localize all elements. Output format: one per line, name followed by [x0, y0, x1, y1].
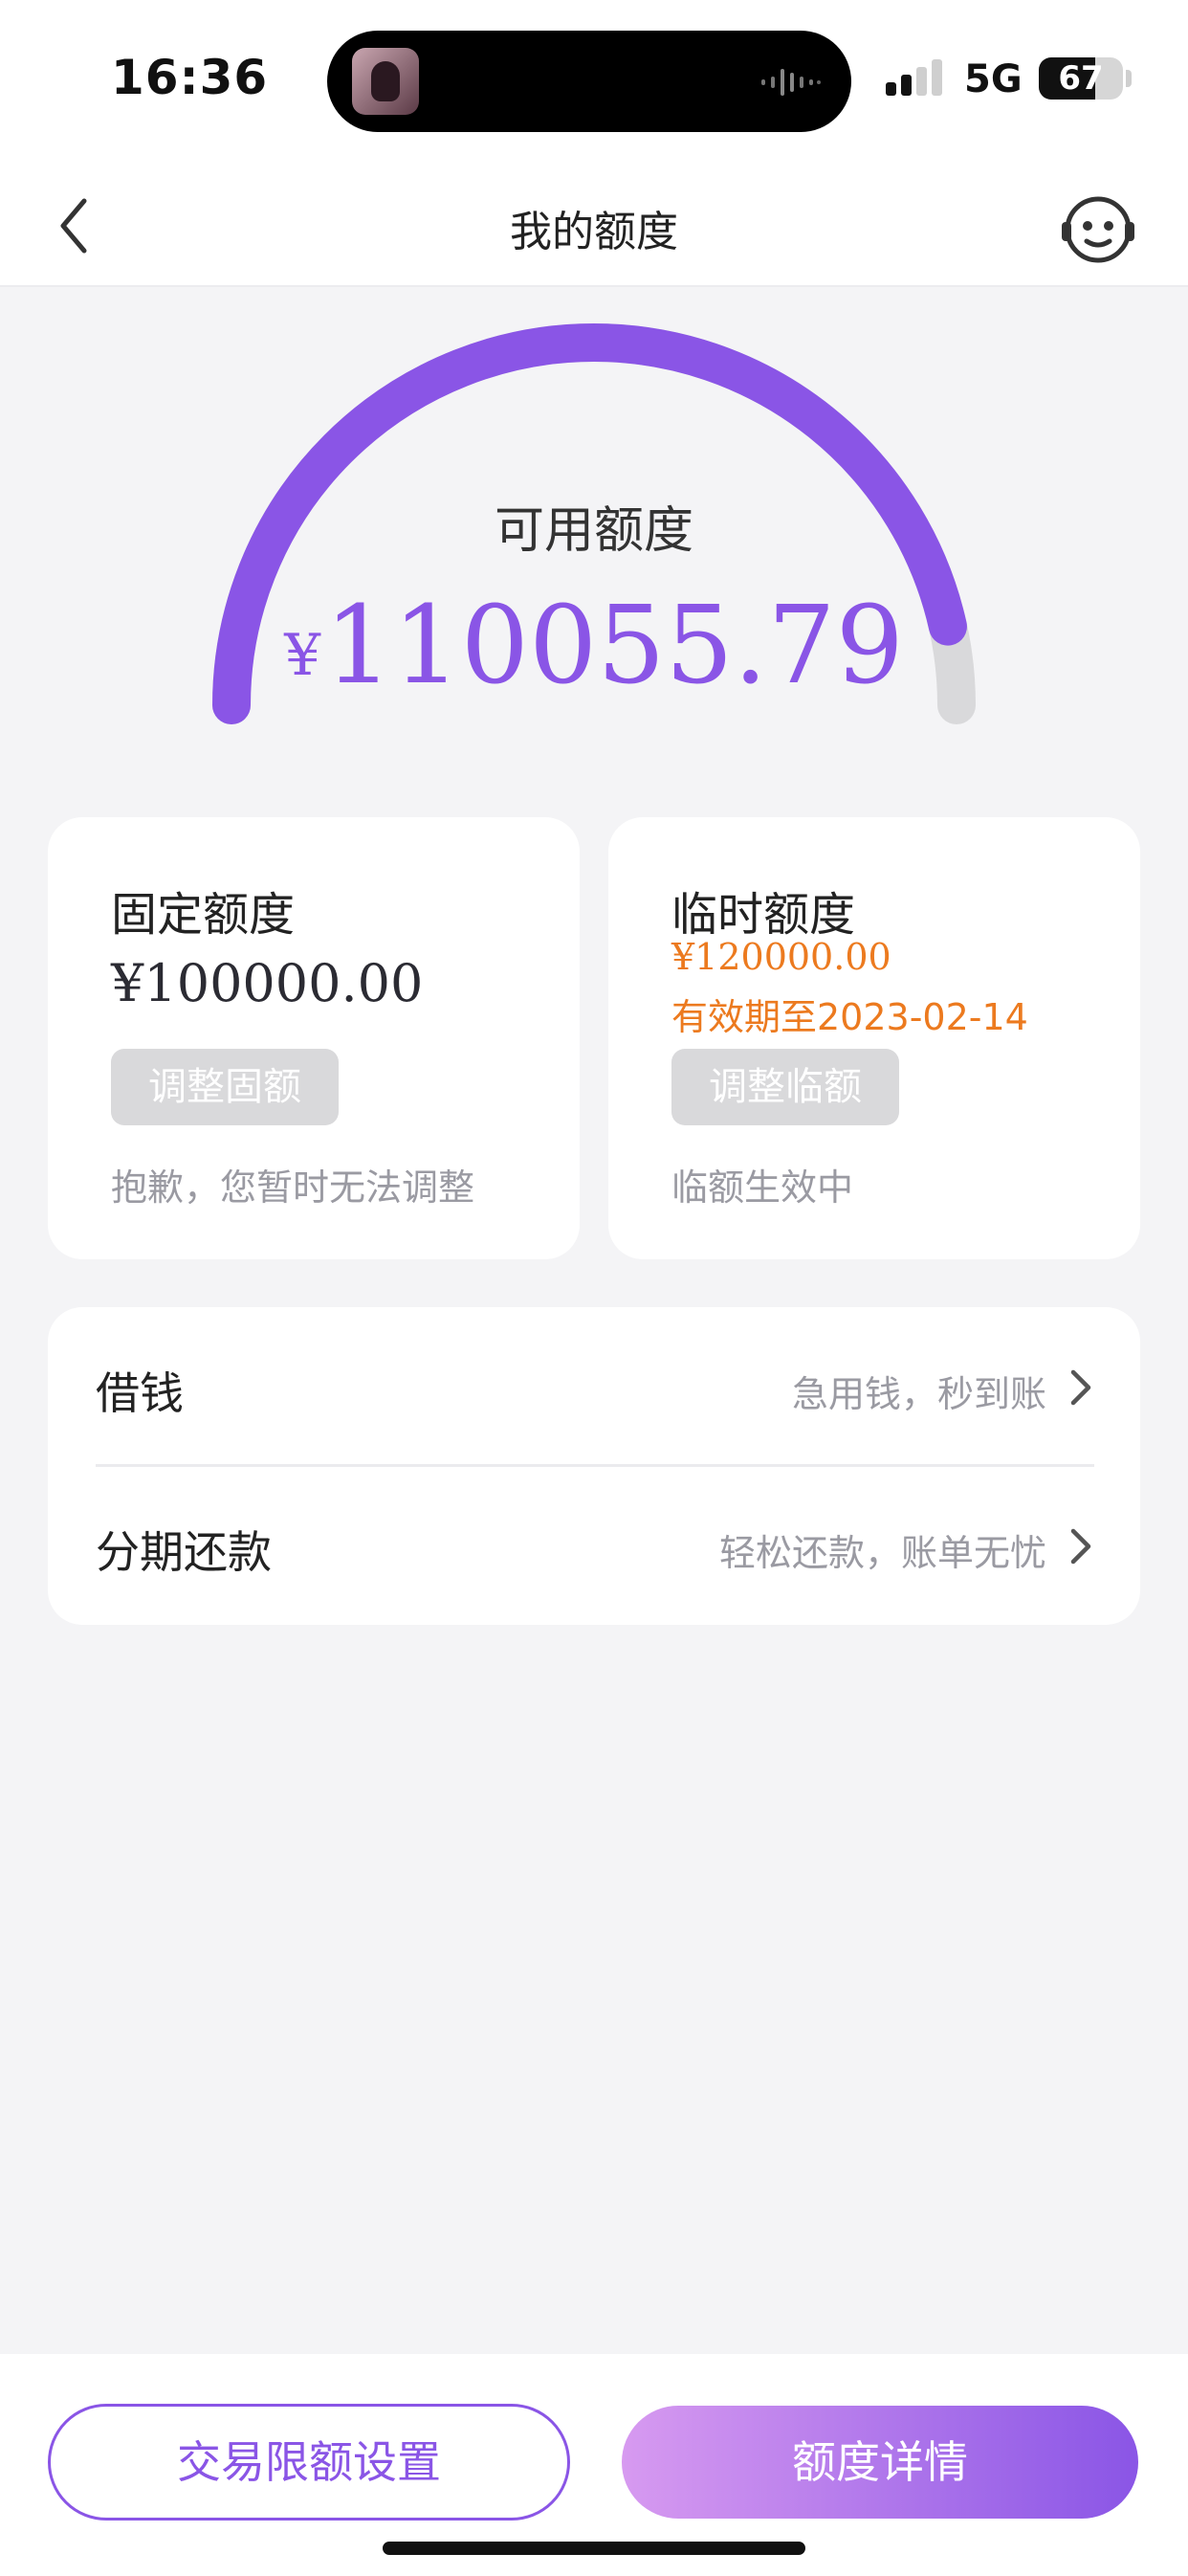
battery-icon: 67 [1039, 57, 1123, 100]
temporary-credit-card: 临时额度 ¥120000.00 有效期至2023-02-14 调整临额 临额生效… [608, 817, 1140, 1259]
fixed-credit-title: 固定额度 [111, 888, 296, 942]
list-item-title: 借钱 [96, 1367, 184, 1419]
fixed-credit-note: 抱歉，您暂时无法调整 [111, 1166, 475, 1209]
transaction-limit-button[interactable]: 交易限额设置 [48, 2404, 570, 2520]
network-type: 5G [964, 57, 1023, 101]
adjust-fixed-button[interactable]: 调整固额 [111, 1049, 339, 1125]
list-item-borrow[interactable]: 借钱 急用钱，秒到账 [48, 1307, 1140, 1467]
available-credit-label: 可用额度 [494, 502, 693, 560]
credit-detail-button[interactable]: 额度详情 [622, 2406, 1138, 2519]
battery-level: 67 [1058, 59, 1104, 98]
temporary-credit-validity: 有效期至2023-02-14 [671, 996, 1028, 1038]
temporary-credit-note: 临额生效中 [671, 1166, 854, 1209]
nav-bar: 我的额度 [0, 163, 1188, 287]
available-credit-amount: ¥110055.79 [0, 584, 1188, 708]
chevron-left-icon[interactable] [42, 191, 109, 258]
home-indicator[interactable] [383, 2542, 805, 2555]
chevron-right-icon [1070, 1369, 1091, 1406]
temporary-credit-title: 临时额度 [671, 888, 856, 942]
dynamic-island[interactable] [327, 31, 851, 132]
service-list: 借钱 急用钱，秒到账 分期还款 轻松还款，账单无忧 [48, 1307, 1140, 1625]
list-item-title: 分期还款 [96, 1526, 272, 1578]
customer-service-icon[interactable] [1060, 191, 1136, 268]
fixed-credit-card: 固定额度 ¥100000.00 调整固额 抱歉，您暂时无法调整 [48, 817, 580, 1259]
chevron-right-icon [1070, 1528, 1091, 1565]
temporary-credit-amount: ¥120000.00 [671, 936, 891, 978]
status-time: 16:36 [111, 50, 269, 105]
status-bar: 16:36 5G 67 [0, 0, 1188, 163]
list-item-subtitle: 急用钱，秒到账 [791, 1373, 1046, 1415]
list-item-installment[interactable]: 分期还款 轻松还款，账单无忧 [48, 1466, 1140, 1625]
adjust-temporary-button[interactable]: 调整临额 [671, 1049, 899, 1125]
currency-symbol: ¥ [284, 622, 321, 689]
now-playing-artwork [352, 48, 419, 115]
battery-tip [1126, 70, 1132, 87]
fixed-credit-amount: ¥100000.00 [111, 953, 424, 1013]
cellular-signal-icon [886, 59, 942, 96]
list-item-subtitle: 轻松还款，账单无忧 [718, 1532, 1046, 1574]
audio-wave-icon [761, 69, 821, 96]
page-title: 我的额度 [510, 208, 678, 256]
available-credit-value: 110055.79 [324, 584, 904, 708]
